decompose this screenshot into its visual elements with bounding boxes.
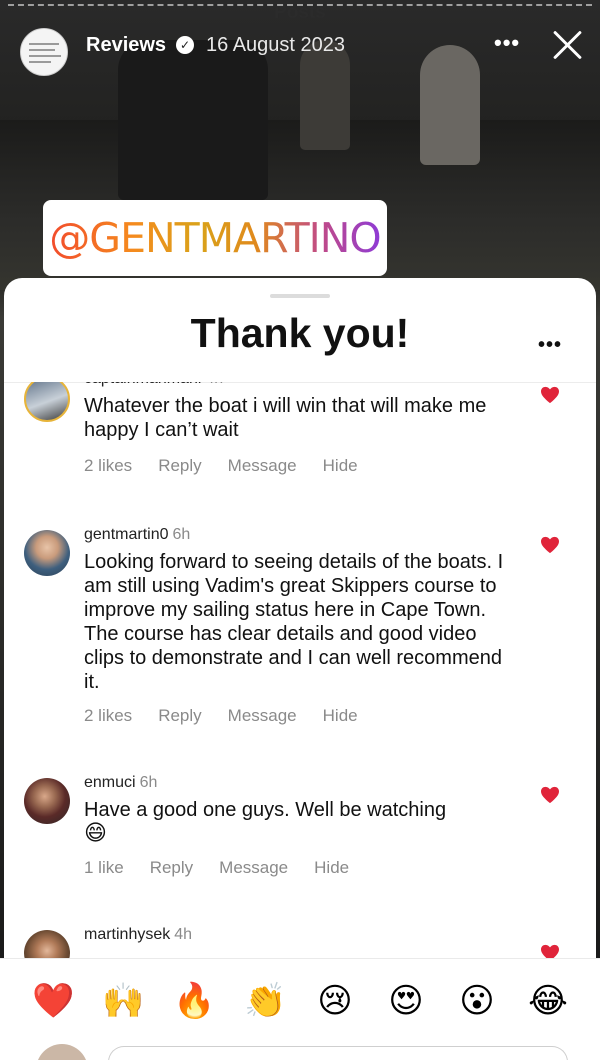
hide-button[interactable]: Hide — [323, 456, 358, 476]
sheet-more-options-icon[interactable]: ••• — [538, 334, 562, 357]
account-avatar[interactable] — [20, 28, 68, 76]
crying-face-icon[interactable]: 😢 — [315, 981, 355, 1021]
comment-avatar[interactable] — [24, 930, 70, 960]
more-options-icon[interactable]: ••• — [494, 30, 520, 56]
hide-button[interactable]: Hide — [314, 858, 349, 878]
comment-avatar[interactable] — [24, 778, 70, 824]
mention-text: @GENTMARTINO — [49, 214, 381, 262]
liked-heart-icon[interactable] — [540, 386, 560, 404]
comment-text: Whatever the boat i will win that will m… — [84, 395, 487, 441]
comment-time: 4h — [174, 926, 193, 943]
mention-sticker[interactable]: @GENTMARTINO — [43, 200, 387, 276]
message-button[interactable]: Message — [228, 706, 297, 726]
reply-button[interactable]: Reply — [150, 858, 193, 878]
comment-time: 6h — [139, 774, 158, 791]
hide-button[interactable]: Hide — [323, 706, 358, 726]
liked-heart-icon[interactable] — [540, 786, 560, 804]
likes-count[interactable]: 2 likes — [84, 456, 132, 476]
comment-text: Looking forward to seeing details of the… — [84, 551, 504, 693]
account-name[interactable]: Reviews — [86, 34, 166, 57]
message-button[interactable]: Message — [219, 858, 288, 878]
comment-avatar[interactable] — [24, 382, 70, 422]
comments-list[interactable]: captainmanmani 4h Whatever the boat i wil… — [4, 382, 596, 960]
likes-count[interactable]: 2 likes — [84, 706, 132, 726]
fire-icon[interactable]: 🔥 — [173, 981, 215, 1021]
heart-eyes-icon[interactable]: 😍 — [386, 981, 426, 1021]
comment-actions: 1 like Reply Message Hide — [84, 858, 375, 878]
message-button[interactable]: Message — [228, 456, 297, 476]
reply-button[interactable]: Reply — [158, 456, 201, 476]
close-icon[interactable] — [550, 26, 586, 62]
reply-button[interactable]: Reply — [158, 706, 201, 726]
comment-username[interactable]: enmuci — [84, 774, 136, 791]
sheet-title: Thank you! — [190, 310, 410, 356]
grinning-emoji-icon: 😄 — [84, 821, 107, 846]
comment-avatar[interactable] — [24, 530, 70, 576]
comment-username-row[interactable]: martinhysek 4h — [84, 926, 192, 944]
comment-actions: 2 likes Reply Message Hide — [84, 706, 384, 726]
liked-heart-icon[interactable] — [540, 536, 560, 554]
story-header: Reviews ✓ 16 August 2023 ••• — [0, 18, 600, 76]
story-date: 16 August 2023 — [206, 34, 346, 56]
comment-input[interactable] — [108, 1046, 568, 1060]
comments-sheet: Thank you! ••• captainmanmani 4h Whatever… — [4, 278, 596, 1060]
clapping-hands-icon[interactable]: 👏 — [244, 981, 286, 1021]
likes-count[interactable]: 1 like — [84, 858, 124, 878]
comment-text: Have a good one guys. Well be watching 😄 — [84, 798, 514, 846]
story-progress-bar — [8, 4, 592, 7]
comment-actions: 2 likes Reply Message Hide — [84, 456, 384, 476]
quick-reactions-bar: ❤️ 🙌 🔥 👏 😢 😍 😮 😂 — [0, 958, 600, 1044]
comment-time: 4h — [205, 382, 223, 387]
surprised-face-icon[interactable]: 😮 — [457, 981, 497, 1021]
comment-username[interactable]: captainmanmani — [84, 382, 201, 387]
comment-username-row[interactable]: enmuci 6h — [84, 774, 157, 792]
verified-icon: ✓ — [176, 36, 194, 54]
tears-of-joy-icon[interactable]: 😂 — [528, 981, 568, 1021]
comment-username[interactable]: gentmartin0 — [84, 526, 169, 543]
comment-time: 6h — [172, 526, 191, 543]
comment-username-row[interactable]: gentmartin0 6h — [84, 526, 190, 544]
sheet-drag-handle[interactable] — [270, 294, 330, 298]
comment-username-row[interactable]: captainmanmani 4h — [84, 382, 223, 388]
red-heart-icon[interactable]: ❤️ — [32, 981, 74, 1021]
comment-username[interactable]: martinhysek — [84, 926, 170, 943]
comment-text-body: Have a good one guys. Well be watching — [84, 799, 447, 821]
raising-hands-icon[interactable]: 🙌 — [102, 981, 144, 1021]
